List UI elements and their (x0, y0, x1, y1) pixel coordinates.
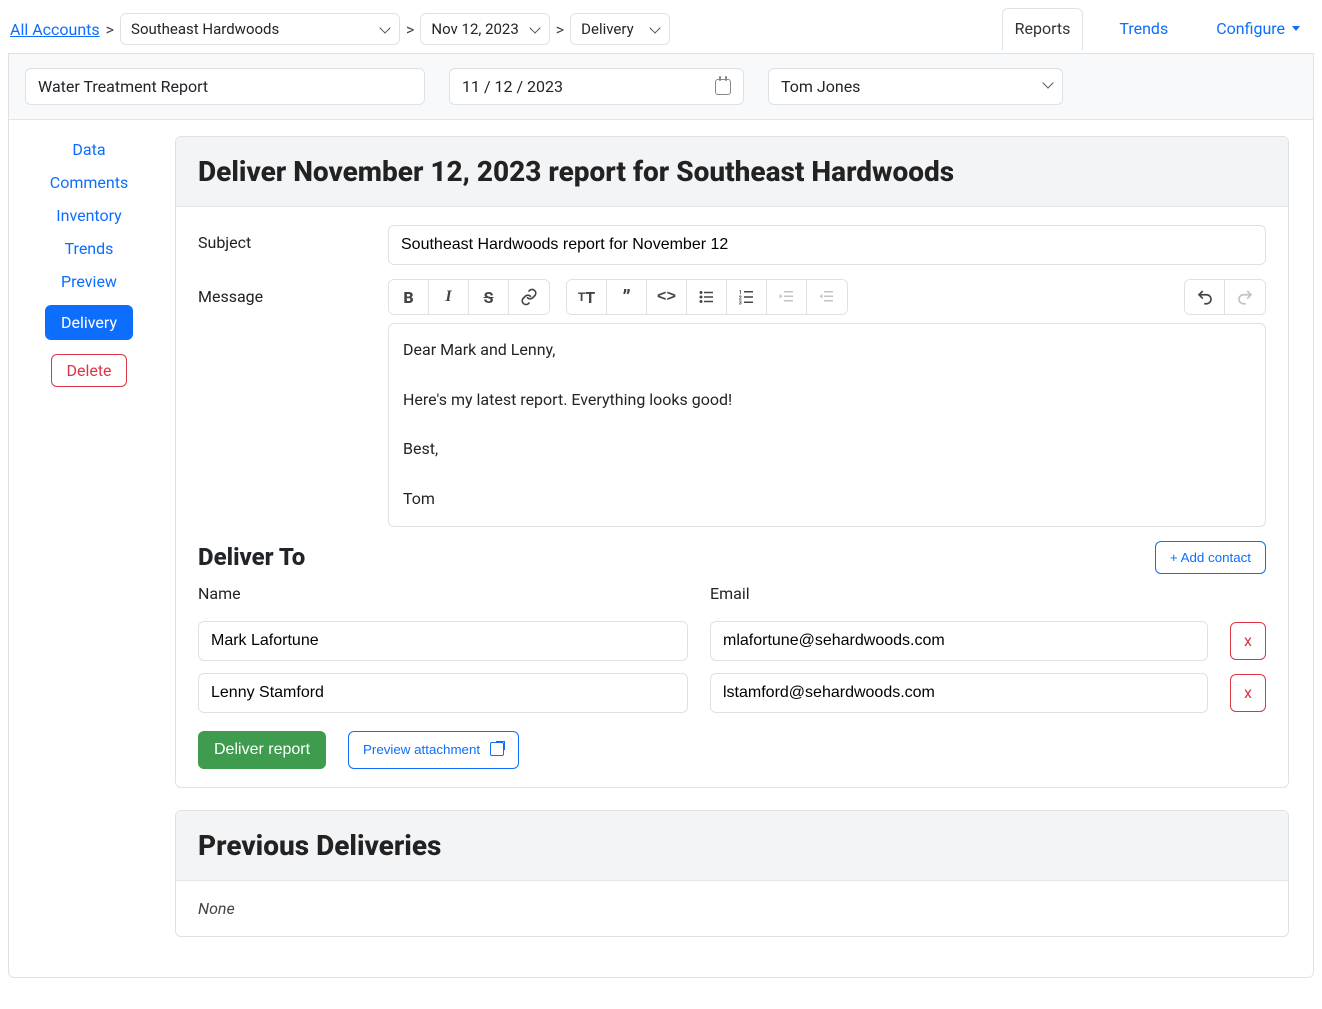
indent-button[interactable] (807, 280, 847, 314)
report-name-input[interactable]: Water Treatment Report (25, 68, 425, 105)
breadcrumb-date-select[interactable]: Nov 12, 2023 (420, 13, 549, 45)
deliver-card-title: Deliver November 12, 2023 report for Sou… (176, 137, 1288, 207)
remove-recipient-button[interactable]: x (1230, 622, 1266, 660)
previous-deliveries-title: Previous Deliveries (176, 811, 1288, 881)
quote-button[interactable]: ” (607, 280, 647, 314)
bold-button[interactable]: B (389, 280, 429, 314)
deliver-report-button[interactable]: Deliver report (198, 731, 326, 769)
tab-configure[interactable]: Configure (1204, 9, 1312, 50)
undo-button[interactable] (1185, 280, 1225, 314)
preview-attachment-label: Preview attachment (363, 742, 480, 757)
previous-deliveries-none: None (176, 881, 1288, 936)
assignee-select[interactable]: Tom Jones (768, 68, 1063, 105)
message-editor[interactable]: Dear Mark and Lenny, Here's my latest re… (388, 323, 1266, 527)
deliver-card: Deliver November 12, 2023 report for Sou… (175, 136, 1289, 788)
recipient-name-input[interactable] (198, 621, 688, 661)
remove-recipient-button[interactable]: x (1230, 674, 1266, 712)
sidebar-item-inventory[interactable]: Inventory (56, 206, 122, 225)
recipient-row: x (198, 621, 1266, 661)
svg-text:3: 3 (738, 301, 741, 307)
sidebar-delete-button[interactable]: Delete (51, 354, 126, 387)
chevron-down-icon (379, 22, 390, 33)
sidebar-item-comments[interactable]: Comments (50, 173, 128, 192)
recipient-name-input[interactable] (198, 673, 688, 713)
code-button[interactable]: <> (647, 280, 687, 314)
outdent-button[interactable] (767, 280, 807, 314)
recipient-row: x (198, 673, 1266, 713)
breadcrumb-section-value: Delivery (581, 20, 634, 38)
chevron-down-icon (529, 22, 540, 33)
report-date-value: 11 / 12 / 2023 (462, 77, 563, 96)
number-list-button[interactable]: 123 (727, 280, 767, 314)
subject-label: Subject (198, 225, 388, 252)
recipient-email-input[interactable] (710, 673, 1208, 713)
breadcrumb-account-value: Southeast Hardwoods (131, 20, 279, 38)
name-column-label: Name (198, 584, 688, 603)
tab-configure-label: Configure (1216, 19, 1285, 38)
report-name-value: Water Treatment Report (38, 77, 208, 96)
sidebar-item-preview[interactable]: Preview (61, 272, 117, 291)
italic-button[interactable]: I (429, 280, 469, 314)
breadcrumb-section-select[interactable]: Delivery (570, 13, 670, 45)
add-contact-button[interactable]: + Add contact (1155, 541, 1266, 574)
breadcrumb-sep: > (106, 20, 114, 39)
message-label: Message (198, 279, 388, 306)
breadcrumb-account-select[interactable]: Southeast Hardwoods (120, 13, 400, 45)
assignee-value: Tom Jones (781, 77, 860, 96)
heading-button[interactable]: TT (567, 280, 607, 314)
recipient-email-input[interactable] (710, 621, 1208, 661)
sidebar-item-data[interactable]: Data (72, 140, 105, 159)
calendar-icon (715, 79, 731, 95)
report-date-input[interactable]: 11 / 12 / 2023 (449, 68, 744, 105)
previous-deliveries-card: Previous Deliveries None (175, 810, 1289, 937)
deliver-to-heading: Deliver To (198, 543, 305, 571)
sidebar-item-delivery[interactable]: Delivery (45, 305, 133, 340)
strike-button[interactable]: S (469, 280, 509, 314)
subject-input[interactable] (388, 225, 1266, 265)
external-link-icon (490, 742, 504, 756)
breadcrumb-sep: > (556, 20, 564, 39)
tab-reports[interactable]: Reports (1002, 8, 1084, 51)
preview-attachment-button[interactable]: Preview attachment (348, 731, 519, 769)
chevron-down-icon (650, 22, 661, 33)
breadcrumb-sep: > (406, 20, 414, 39)
caret-down-icon (1292, 26, 1300, 31)
breadcrumb-date-value: Nov 12, 2023 (431, 20, 518, 38)
rte-toolbar: B I S TT ” <> (388, 279, 1266, 315)
link-button[interactable] (509, 280, 549, 314)
bullet-list-button[interactable] (687, 280, 727, 314)
email-column-label: Email (710, 584, 1208, 603)
chevron-down-icon (1042, 77, 1053, 88)
redo-button[interactable] (1225, 280, 1265, 314)
sidebar-item-trends[interactable]: Trends (65, 239, 114, 258)
breadcrumb-all-accounts[interactable]: All Accounts (10, 20, 100, 39)
tab-trends[interactable]: Trends (1107, 9, 1180, 50)
